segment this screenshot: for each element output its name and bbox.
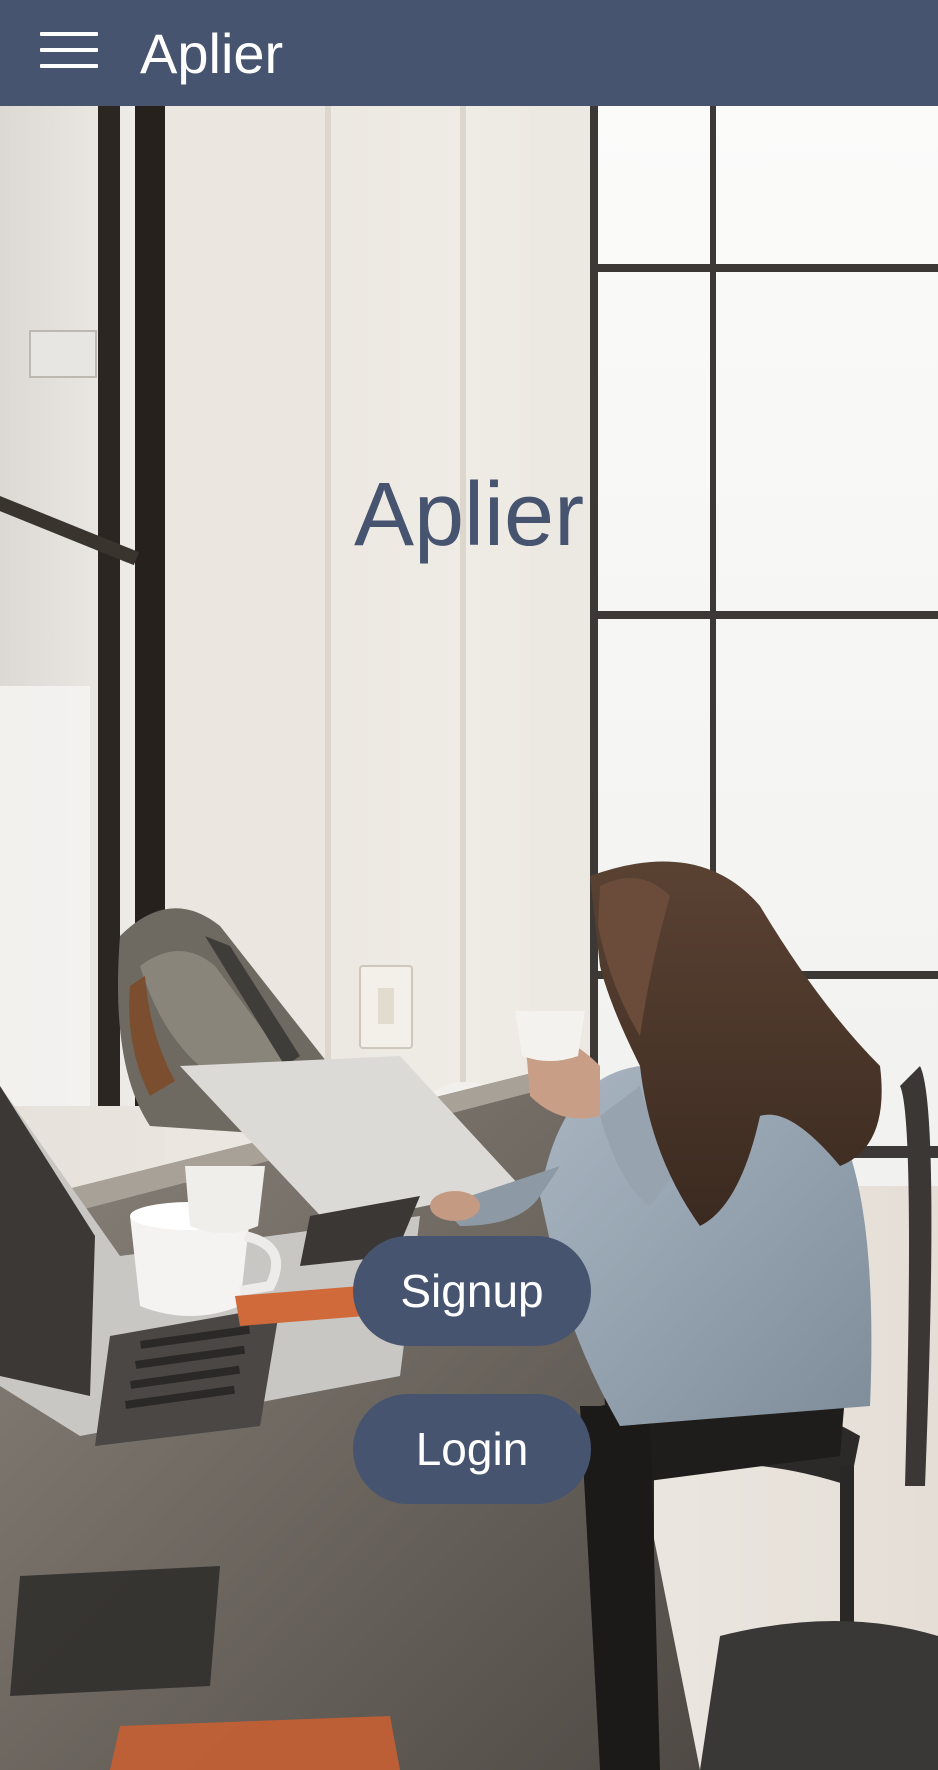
hero-background-image <box>0 106 938 1770</box>
signup-button[interactable]: Signup <box>353 1236 591 1346</box>
hamburger-menu-icon[interactable] <box>38 30 102 74</box>
app-screen: Aplier Aplier Signup Login <box>0 0 938 1770</box>
app-title: Aplier <box>140 22 284 85</box>
hero-title: Aplier <box>353 465 585 565</box>
login-button[interactable]: Login <box>353 1394 591 1504</box>
top-app-bar: Aplier <box>0 0 938 106</box>
